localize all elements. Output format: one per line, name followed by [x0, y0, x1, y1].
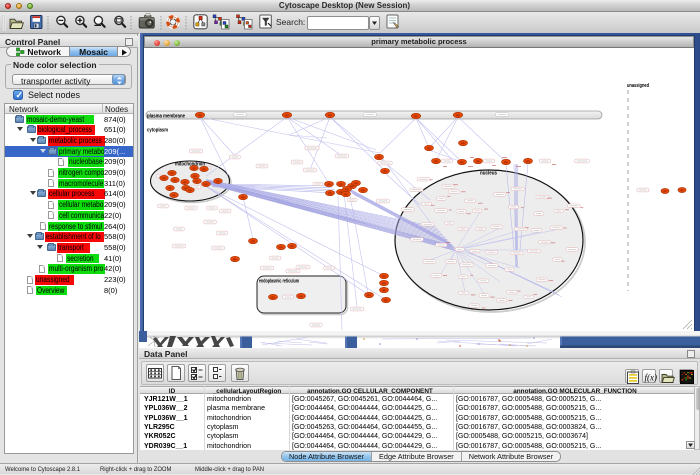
- svg-text:endoplasmic reticulum: endoplasmic reticulum: [259, 279, 299, 285]
- svg-text:nucleus: nucleus: [480, 171, 497, 177]
- svg-text:cytoplasm: cytoplasm: [147, 128, 168, 134]
- svg-text:f(x): f(x): [645, 373, 658, 383]
- svg-text:plasma membrane: plasma membrane: [147, 114, 185, 120]
- svg-text:unassigned: unassigned: [627, 83, 649, 89]
